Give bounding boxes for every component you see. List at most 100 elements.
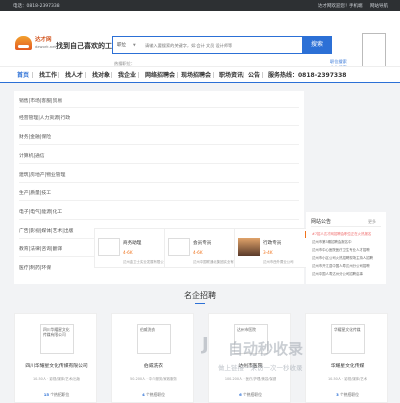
job-count-number: 6 [239,392,242,397]
chevron-down-icon[interactable]: ▼ [133,43,136,47]
notice-item[interactable]: 达州市中心医院医疗卫生专业人才招聘 [312,247,382,252]
nav-divider [111,72,112,78]
nav-divider [262,72,263,78]
category-item[interactable]: 财务|金融|保险 [19,133,51,140]
divider [19,144,299,145]
search-type-select[interactable]: 职位 [117,42,126,48]
company-meta: 50-200人 · 中介服务/家政服务 [130,377,177,381]
job-count[interactable]: 3 个热招职位 [306,392,389,398]
search-box: 职位 ▼ 搜索 [112,36,332,54]
company-meta: 10-50人 · 影视/媒体/艺术 [327,377,368,381]
nav-home[interactable]: 首页 [17,70,29,79]
company-meta: 10-50人 · 影视/媒体/艺术/出版 [32,377,81,381]
notice-panel: 网站公告 更多 #7招人达才网招聘会职位正在火热报名 达州市第3期招聘会报名中 … [306,212,386,284]
job-count-label: 个热招职位 [50,392,70,397]
job-company[interactable]: 达州金卫士实业发展有限公司 [123,259,167,264]
notice-item[interactable]: 达州市第3期招聘会报名中 [312,239,382,244]
nav-divider [85,72,86,78]
featured-job-card[interactable]: 急聘 行政专员 3-4K 达州市西外置业公司 [234,228,317,268]
nav-divider [32,72,33,78]
search-button[interactable]: 搜索 [302,36,332,54]
nav-my-company[interactable]: 我企业 [118,70,136,79]
divider [19,107,299,108]
category-item[interactable]: 教育|法律|咨询|翻译 [19,245,62,252]
job-count[interactable]: 4 个热招职位 [112,392,195,398]
company-logo: 伯威洗衣 [137,324,171,354]
notice-title: 网站公告 [311,219,332,225]
job-salary: 4-6K [123,250,133,255]
nav-divider [177,72,178,78]
watermark-text: 自动秒收录 [228,340,304,358]
section-title: 名企招聘 [184,291,216,300]
notice-item[interactable]: #7招人达才网招聘会职位正在火热报名 [312,231,382,236]
company-name[interactable]: 华耀星文化传媒 [306,362,389,369]
mobile-link[interactable]: 手机端 [349,3,363,9]
job-count-label: 个热招职位 [242,392,262,397]
site-nav-link[interactable]: 网站导航 [370,3,388,9]
company-card[interactable]: 四川华耀星文化传媒有限公司 四川华耀星文化传媒有限公司 10-50人 · 影视/… [14,313,97,403]
divider [19,182,299,183]
notice-item[interactable]: 达州市开江县中国人寿达州分公司招聘 [312,263,382,268]
divider [19,125,299,126]
top-bar: 电话：0818-2397338 达才网欢迎您！ 手机端 网站导航 [0,0,400,11]
search-input[interactable] [145,39,301,51]
category-item[interactable]: 电子|电气|能源|化工 [19,208,62,215]
notice-more-link[interactable]: 更多 [368,219,376,225]
nav-service-hotline: 服务热线：0818-2397338 [268,72,347,79]
job-title[interactable]: 行政专员 [263,240,281,246]
nav-career-news[interactable]: 职场资讯 [219,70,243,79]
site-logo-icon[interactable] [15,36,32,50]
divider [19,219,299,220]
job-count[interactable]: 15 个热招职位 [15,392,98,398]
job-count-label: 个热招职位 [145,392,165,397]
brand-name[interactable]: 达才网 [35,37,52,43]
company-logo: 华耀星文化传媒 [331,324,365,354]
divider [19,163,299,164]
category-item[interactable]: 生产|质量|技工 [19,189,51,196]
job-count-label: 个热招职位 [339,392,359,397]
brand-domain: dzwork.net [35,44,57,49]
nav-divider [243,72,244,78]
category-item[interactable]: 广告|影视|媒体|艺术|出版 [19,227,73,234]
category-item[interactable]: 经营管理|人力资源|行政 [19,114,70,121]
company-name[interactable]: 四川华耀星文化传媒有限公司 [15,362,98,369]
job-count-number: 3 [336,392,339,397]
category-item[interactable]: 计算机|通信 [19,152,45,159]
nav-find-job[interactable]: 找工作 [39,70,57,79]
company-name[interactable]: 伯威洗衣 [112,362,195,369]
nav-divider [213,72,214,78]
company-logo-icon [238,238,260,256]
company-logo-icon [168,238,190,256]
job-title[interactable]: 会员专员 [193,240,211,246]
section-underline [195,303,205,305]
nav-find-partner[interactable]: 找对象 [92,70,110,79]
category-item[interactable]: 销售|市场|客服|贸易 [19,97,62,104]
job-company[interactable]: 达州市西外置业公司 [263,259,294,264]
job-count[interactable]: 6 个热招职位 [209,392,292,398]
divider [311,226,381,227]
notice-item[interactable]: 达州市小区公司火热招聘现场主持人招聘 [312,255,382,260]
company-logo: 四川华耀星文化传媒有限公司 [40,324,74,354]
job-title[interactable]: 商务助理 [123,240,141,246]
job-count-number: 4 [142,392,145,397]
company-card[interactable]: 华耀星文化传媒 华耀星文化传媒 10-50人 · 影视/媒体/艺术 3 个热招职… [305,313,388,403]
nav-divider [58,72,59,78]
watermark-subtext: 做上链接一来访一次一秒收录 [218,364,303,372]
job-salary: 3-4K [263,250,273,255]
job-count-number: 15 [43,392,50,397]
nav-announcements[interactable]: 公告 [248,70,260,79]
slogan: 找到自己喜欢的工作 [56,42,119,50]
hotline-text: 电话：0818-2397338 [13,4,60,9]
nav-online-fair[interactable]: 网络招聘会 [145,70,175,79]
header: 达才网 dzwork.net 找到自己喜欢的工作 职位 ▼ 搜索 热搜职位： 职… [0,11,400,71]
nav-onsite-fair[interactable]: 现场招聘会 [181,70,211,79]
nav-divider [138,72,139,78]
company-card[interactable]: 伯威洗衣 伯威洗衣 50-200人 · 中介服务/家政服务 4 个热招职位 [111,313,194,403]
notice-item[interactable]: 达州中国人寿达州分公司招聘启事 [312,271,382,276]
job-salary: 4-6K [193,250,203,255]
company-logo-icon [98,238,120,256]
nav-find-talent[interactable]: 找人才 [65,70,83,79]
company-meta: 100-200人 · 医疗/护理/美容/保健 [224,377,277,381]
category-item[interactable]: 医疗|制药|环保 [19,264,51,271]
category-item[interactable]: 建筑|房地产|物业管理 [19,171,65,178]
